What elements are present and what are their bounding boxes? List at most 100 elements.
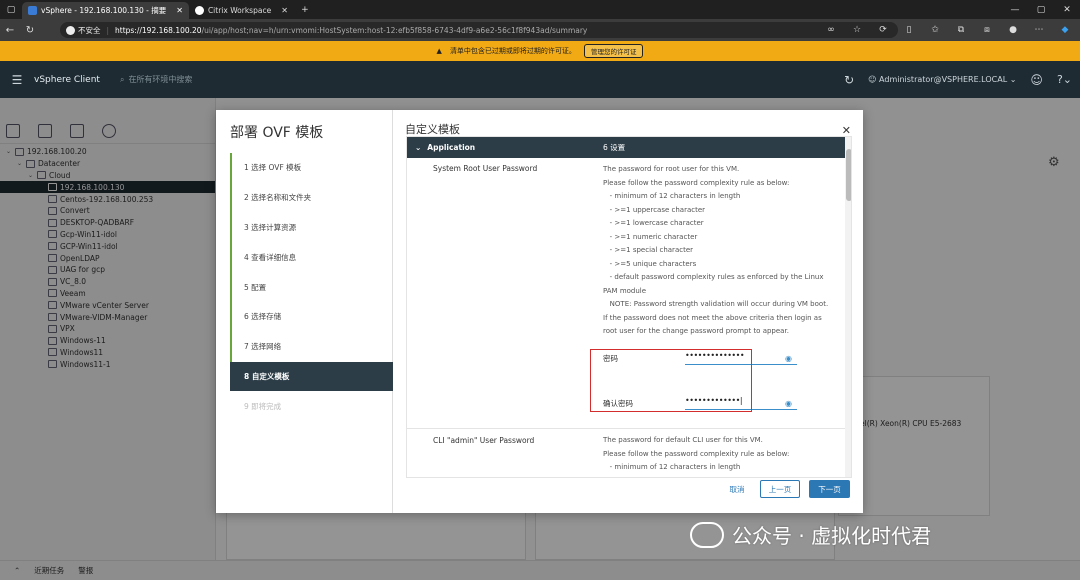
watermark: 公众号 · 虚拟化时代君	[690, 520, 931, 549]
url-path: /ui/app/host;nav=h/urn:vmomi:HostSystem:…	[201, 25, 588, 35]
security-label: 不安全	[78, 25, 101, 35]
manage-license-button[interactable]: 管理您的许可证	[583, 44, 644, 58]
wizard-step-8[interactable]: 8 自定义模板	[230, 361, 393, 392]
tab-label: vSphere - 192.168.100.130 - 摘要	[41, 6, 167, 15]
property-label: CLI "admin" User Password	[433, 436, 535, 445]
hamburger-menu-icon[interactable]: ☰	[0, 73, 34, 87]
vsphere-header: ☰ vSphere Client ⌕ 在所有环境中搜索 ↻ ☺ Administ…	[0, 61, 1080, 98]
header-right: ↻ ☺ Administrator@VSPHERE.LOCAL ⌄ ☺ ?⌄	[844, 61, 1072, 98]
wizard-step-3[interactable]: 3 选择计算资源	[230, 212, 393, 243]
collections-icon[interactable]: ⧉	[950, 22, 972, 38]
wizard-step-6[interactable]: 6 选择存储	[230, 301, 393, 332]
refresh-icon[interactable]: ↻	[20, 19, 40, 41]
tab-vsphere[interactable]: vSphere - 192.168.100.130 - 摘要 ✕	[22, 2, 189, 19]
address-bar[interactable]: 不安全 | https://192.168.100.20/ui/app/host…	[60, 22, 898, 38]
wizard-step-1[interactable]: 1 选择 OVF 模板	[230, 153, 393, 183]
property-label: System Root User Password	[433, 164, 538, 173]
profile-avatar-icon[interactable]: ●	[1002, 22, 1024, 38]
next-button[interactable]: 下一页	[809, 480, 850, 498]
warning-triangle-icon: ▲	[436, 47, 442, 55]
refresh-icon[interactable]: ↻	[844, 73, 854, 87]
wizard-step-5[interactable]: 5 配置	[230, 272, 393, 302]
description-line: The password for default CLI user for th…	[603, 436, 763, 444]
browser-tab-bar: ▢ vSphere - 192.168.100.130 - 摘要 ✕ Citri…	[0, 0, 1080, 19]
show-password-eye-icon[interactable]: ◉	[785, 354, 795, 363]
app-brand: vSphere Client	[34, 74, 100, 85]
refresh-page-icon[interactable]: ⟳	[872, 22, 894, 38]
description-line: If the password does not meet the above …	[603, 313, 822, 322]
global-search[interactable]: ⌕ 在所有环境中搜索	[120, 74, 192, 85]
property-description: The password for default CLI user for th…	[603, 434, 843, 475]
tab-citrix[interactable]: Citrix Workspace ✕	[189, 2, 294, 19]
wizard-step-9: 9 即将完成	[244, 401, 282, 411]
minimize-icon[interactable]: —	[1002, 0, 1028, 19]
feedback-smiley-icon[interactable]: ☺	[1030, 73, 1043, 87]
close-window-icon[interactable]: ✕	[1054, 0, 1080, 19]
url-text: https://192.168.100.20/ui/app/host;nav=h…	[115, 26, 587, 35]
search-icon: ⌕	[119, 74, 125, 84]
tab-actions-icon[interactable]: ▢	[0, 0, 22, 19]
scrollbar-thumb[interactable]	[846, 149, 851, 201]
chevron-down-icon: ⌄	[415, 143, 422, 152]
copilot-icon[interactable]: ◆	[1054, 22, 1076, 38]
highlight-annotation-box	[590, 349, 752, 412]
wizard-content: 自定义模板 ✕ ⌄ Application 6 设置 System Root Us…	[393, 110, 863, 513]
description-line: Please follow the password complexity ru…	[603, 178, 790, 187]
properties-scroll-area[interactable]: ⌄ Application 6 设置 System Root User Passw…	[406, 136, 852, 478]
license-banner: ▲ 清单中包含已过期或即将过期的许可证。 管理您的许可证	[0, 41, 1080, 61]
user-icon: ☺	[868, 75, 877, 84]
section-count: 6 设置	[603, 143, 626, 152]
description-line: Please follow the password complexity ru…	[603, 449, 790, 458]
step-title: 自定义模板	[405, 123, 460, 136]
security-warning[interactable]: 不安全	[66, 25, 101, 36]
chevron-down-icon: ⌄	[1009, 75, 1017, 84]
toolbar-icons: ∞ ☆ ⟳ ▯ ✩ ⧉ ⧈ ● ⋯ ◆	[820, 22, 1076, 38]
description-line: root user for the change password prompt…	[603, 327, 789, 335]
description-line: - >=5 unique characters	[603, 259, 697, 268]
wizard-steps-panel: 部署 OVF 模板 1 选择 OVF 模板 2 选择名称和文件夹 3 选择计算资源 4…	[216, 110, 393, 513]
new-tab-button[interactable]: +	[294, 0, 316, 19]
tab-label: Citrix Workspace	[207, 6, 272, 15]
close-tab-icon[interactable]: ✕	[281, 6, 288, 15]
wizard-step-7[interactable]: 7 选择网络	[230, 331, 393, 362]
vertical-scrollbar[interactable]	[845, 137, 851, 477]
description-line: - >=1 lowercase character	[603, 219, 704, 227]
deploy-ovf-dialog: 部署 OVF 模板 1 选择 OVF 模板 2 选择名称和文件夹 3 选择计算资源 4…	[216, 110, 863, 513]
extensions-icon[interactable]: ⧈	[976, 22, 998, 38]
warning-icon	[66, 25, 75, 35]
description-line: - minimum of 12 characters in length	[603, 463, 741, 471]
description-line: - default password complexity rules as e…	[603, 273, 824, 281]
description-line: - >=1 special character	[603, 246, 694, 254]
section-name: Application	[427, 143, 476, 152]
user-menu[interactable]: ☺ Administrator@VSPHERE.LOCAL ⌄	[868, 75, 1016, 84]
url-host: https://192.168.100.20	[115, 25, 202, 35]
help-icon[interactable]: ?⌄	[1057, 73, 1072, 86]
back-icon[interactable]: ←	[0, 19, 20, 41]
close-tab-icon[interactable]: ✕	[176, 6, 183, 15]
description-line: NOTE: Password strength validation will …	[603, 300, 829, 308]
favorite-star-icon[interactable]: ☆	[846, 22, 868, 38]
previous-button[interactable]: 上一页	[760, 480, 800, 498]
section-header-application[interactable]: ⌄ Application 6 设置	[407, 137, 851, 158]
more-options-icon[interactable]: ⋯	[1028, 22, 1050, 38]
description-line: The password for root user for this VM.	[603, 165, 740, 173]
wizard-step-4[interactable]: 4 查看详细信息	[230, 242, 393, 273]
description-line: - >=1 numeric character	[603, 232, 698, 241]
vsphere-favicon-icon	[28, 6, 37, 15]
dialog-footer: 取消 上一页 下一页	[393, 480, 863, 510]
browser-toolbar: ← ↻ 不安全 | https://192.168.100.20/ui/app/…	[0, 19, 1080, 41]
maximize-icon[interactable]: ▢	[1028, 0, 1054, 19]
user-name: Administrator@VSPHERE.LOCAL	[879, 75, 1008, 84]
wizard-steps: 1 选择 OVF 模板 2 选择名称和文件夹 3 选择计算资源 4 查看详细信息 5 配…	[230, 153, 393, 421]
watermark-text: 公众号 · 虚拟化时代君	[732, 524, 932, 548]
wizard-step-2[interactable]: 2 选择名称和文件夹	[230, 182, 393, 213]
reader-icon[interactable]: ∞	[820, 22, 842, 38]
property-description: The password for root user for this VM. P…	[603, 163, 843, 339]
show-password-eye-icon[interactable]: ◉	[785, 399, 795, 408]
split-screen-icon[interactable]: ▯	[898, 22, 920, 38]
cancel-button[interactable]: 取消	[719, 480, 755, 498]
favorites-icon[interactable]: ✩	[924, 22, 946, 38]
search-placeholder: 在所有环境中搜索	[128, 75, 193, 84]
cli-password-property: CLI "admin" User Password The password f…	[407, 429, 851, 477]
description-line: PAM module	[603, 286, 647, 295]
